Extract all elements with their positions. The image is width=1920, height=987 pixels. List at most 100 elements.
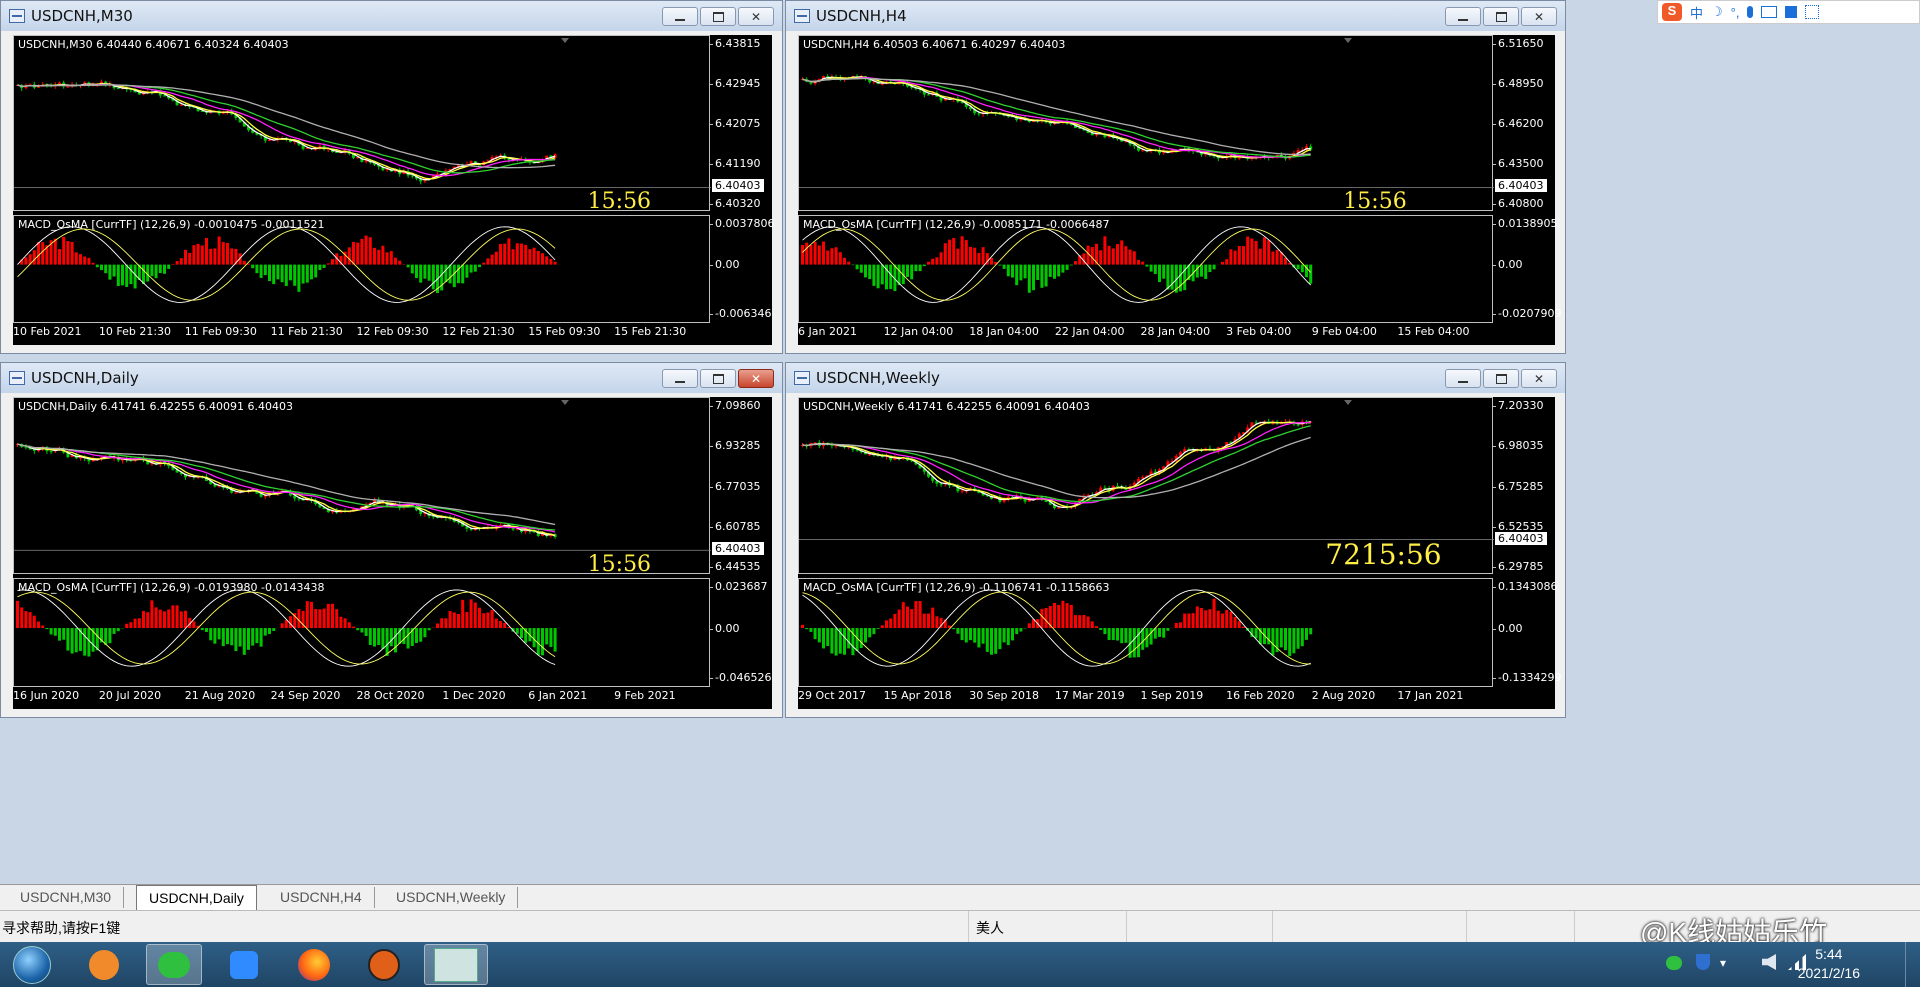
minimize-button[interactable] <box>662 369 698 388</box>
tshirt-icon[interactable] <box>1785 6 1798 18</box>
chart-area[interactable]: USDCNH,Daily 6.41741 6.42255 6.40091 6.4… <box>13 397 772 709</box>
macd-pane[interactable]: MACD_OsMA [CurrTF] (12,26,9) -0.0193980 … <box>13 578 710 687</box>
chart-window-m30[interactable]: USDCNH,M30 ✕ USDCNH,M30 6.40440 6.40671 … <box>0 0 783 354</box>
macd-histogram-bar <box>326 603 330 629</box>
close-button[interactable]: ✕ <box>738 7 774 26</box>
price-axis[interactable]: 7.09860 6.93285 6.77035 6.60785 6.44535 6.404… <box>709 397 772 574</box>
macd-histogram-bar <box>200 628 204 631</box>
taskbar-firefox[interactable] <box>286 944 342 985</box>
macd-histogram-bar <box>167 264 171 269</box>
macd-axis[interactable]: 0.0138905 0.00 -0.0207909 <box>1491 215 1561 323</box>
macd-histogram-bar <box>1309 628 1313 635</box>
tab-usdcnh-daily[interactable]: USDCNH,Daily <box>136 885 257 910</box>
microphone-icon[interactable] <box>1747 6 1754 18</box>
macd-axis[interactable]: 0.1343086 0.00 -0.1334299 <box>1491 578 1561 687</box>
tray-shield-icon[interactable] <box>1696 954 1710 970</box>
minimize-button[interactable] <box>1445 7 1481 26</box>
macd-histogram-bar <box>1027 264 1031 293</box>
tab-usdcnh-weekly[interactable]: USDCNH,Weekly <box>384 887 519 908</box>
price-plot <box>14 400 711 551</box>
macd-histogram-bar <box>859 628 863 649</box>
macd-histogram-bar <box>1237 246 1241 265</box>
ime-moon-icon[interactable]: ☽ <box>1711 4 1723 20</box>
window-titlebar[interactable]: USDCNH,M30 ✕ <box>1 1 782 31</box>
maximize-button[interactable] <box>1483 369 1519 388</box>
time-axis[interactable]: 29 Oct 2017 15 Apr 2018 30 Sep 2018 17 Mar … <box>798 687 1493 707</box>
macd-histogram-bar <box>1149 628 1153 645</box>
macd-axis[interactable]: 0.0037806 0.00 -0.006346 <box>708 215 775 323</box>
chart-area[interactable]: USDCNH,M30 6.40440 6.40671 6.40324 6.404… <box>13 35 775 345</box>
price-pane[interactable]: USDCNH,Weekly 6.41741 6.42255 6.40091 6.… <box>798 397 1494 574</box>
tab-usdcnh-h4[interactable]: USDCNH,H4 <box>268 887 375 908</box>
tray-volume-icon[interactable] <box>1762 954 1776 970</box>
ime-mode-label[interactable]: 中 <box>1690 3 1703 22</box>
price-pane[interactable]: USDCNH,M30 6.40440 6.40671 6.40324 6.404… <box>13 35 711 214</box>
macd-axis[interactable]: 0.023687 0.00 -0.046526 <box>708 578 772 687</box>
start-button[interactable] <box>4 944 60 985</box>
ime-punct-label[interactable]: °, <box>1731 5 1740 20</box>
time-tick: 10 Feb 2021 <box>13 325 82 338</box>
macd-histogram-bar <box>343 618 347 629</box>
time-axis[interactable]: 6 Jan 2021 12 Jan 04:00 18 Jan 04:00 22 Jan… <box>798 323 1493 343</box>
time-tick: 6 Jan 2021 <box>528 689 588 702</box>
taskbar-note[interactable] <box>216 944 272 985</box>
tray-clock[interactable]: 5:44 2021/2/16 <box>1798 945 1860 983</box>
chart-window-daily[interactable]: USDCNH,Daily ✕ USDCNH,Daily 6.41741 6.42… <box>0 362 783 718</box>
macd-histogram-bar <box>541 253 544 265</box>
chart-window-weekly[interactable]: USDCNH,Weekly ✕ USDCNH,Weekly 6.41741 6.… <box>785 362 1566 718</box>
taskbar-app-orange[interactable] <box>76 944 132 985</box>
chart-area[interactable]: USDCNH,H4 6.40503 6.40671 6.40297 6.4040… <box>798 35 1561 345</box>
taskbar-wechat[interactable] <box>146 944 202 985</box>
macd-pane[interactable]: MACD_OsMA [CurrTF] (12,26,9) -0.0010475 … <box>13 215 710 323</box>
window-titlebar[interactable]: USDCNH,Daily ✕ <box>1 363 782 393</box>
time-axis[interactable]: 16 Jun 2020 20 Jul 2020 21 Aug 2020 24 Sep … <box>13 687 710 707</box>
tab-usdcnh-m30[interactable]: USDCNH,M30 <box>8 887 125 908</box>
grid-icon[interactable] <box>1805 5 1820 19</box>
macd-histogram-bar <box>163 611 166 629</box>
candle-body <box>1103 487 1107 489</box>
price-pane[interactable]: USDCNH,H4 6.40503 6.40671 6.40297 6.4040… <box>798 35 1494 214</box>
window-titlebar[interactable]: USDCNH,H4 ✕ <box>786 1 1565 31</box>
macd-pane[interactable]: MACD_OsMA [CurrTF] (12,26,9) -0.1106741 … <box>798 578 1493 687</box>
close-button[interactable]: ✕ <box>1521 7 1557 26</box>
chart-area[interactable]: USDCNH,Weekly 6.41741 6.42255 6.40091 6.… <box>798 397 1561 709</box>
maximize-icon <box>1495 373 1507 384</box>
macd-histogram-bar <box>1027 623 1031 629</box>
close-button[interactable]: ✕ <box>1521 369 1557 388</box>
macd-pane[interactable]: MACD_OsMA [CurrTF] (12,26,9) -0.0085171 … <box>798 215 1493 323</box>
window-titlebar[interactable]: USDCNH,Weekly ✕ <box>786 363 1565 393</box>
maximize-button[interactable] <box>700 369 736 388</box>
status-profile[interactable]: 美人 <box>976 918 1004 938</box>
price-pane[interactable]: USDCNH,Daily 6.41741 6.42255 6.40091 6.4… <box>13 397 711 577</box>
show-desktop-button[interactable] <box>1905 942 1920 987</box>
ime-toolbar[interactable]: S 中 ☽ °, <box>1657 0 1920 24</box>
close-button[interactable]: ✕ <box>738 369 774 388</box>
macd-histogram-bar <box>74 252 78 265</box>
chart-window-h4[interactable]: USDCNH,H4 ✕ USDCNH,H4 6.40503 6.40671 6.… <box>785 0 1566 354</box>
macd-histogram-bar <box>1006 264 1010 277</box>
macd-histogram-bar <box>931 607 935 629</box>
moving-average-line <box>17 82 556 181</box>
candle-body <box>939 483 943 485</box>
taskbar-trading-terminal[interactable] <box>424 944 488 985</box>
macd-histogram-bar <box>427 264 431 281</box>
tray-dropdown-icon[interactable]: ▾ <box>1720 956 1726 970</box>
price-axis[interactable]: 7.20330 6.98035 6.75285 6.52535 6.29785 6.404… <box>1492 397 1555 574</box>
macd-histogram-bar <box>838 252 842 265</box>
price-axis[interactable]: 6.43815 6.42945 6.42075 6.41190 6.40320 6.404… <box>709 35 772 211</box>
maximize-button[interactable] <box>1483 7 1519 26</box>
maximize-button[interactable] <box>700 7 736 26</box>
tray-wechat-icon[interactable] <box>1666 956 1682 970</box>
macd-histogram-bar <box>918 264 922 272</box>
minimize-button[interactable] <box>662 7 698 26</box>
price-axis[interactable]: 6.51650 6.48950 6.46200 6.43500 6.40800 6.404… <box>1492 35 1555 211</box>
time-tick: 11 Feb 09:30 <box>184 325 257 338</box>
time-tick: 11 Feb 21:30 <box>270 325 343 338</box>
price-plot <box>14 38 711 188</box>
keyboard-icon[interactable] <box>1761 6 1778 18</box>
taskbar-ninja[interactable] <box>356 944 412 985</box>
macd-histogram-bar <box>133 618 137 629</box>
minimize-button[interactable] <box>1445 369 1481 388</box>
time-axis[interactable]: 10 Feb 2021 10 Feb 21:30 11 Feb 09:30 11 Fe… <box>13 323 710 343</box>
macd-histogram-bar <box>939 252 943 265</box>
